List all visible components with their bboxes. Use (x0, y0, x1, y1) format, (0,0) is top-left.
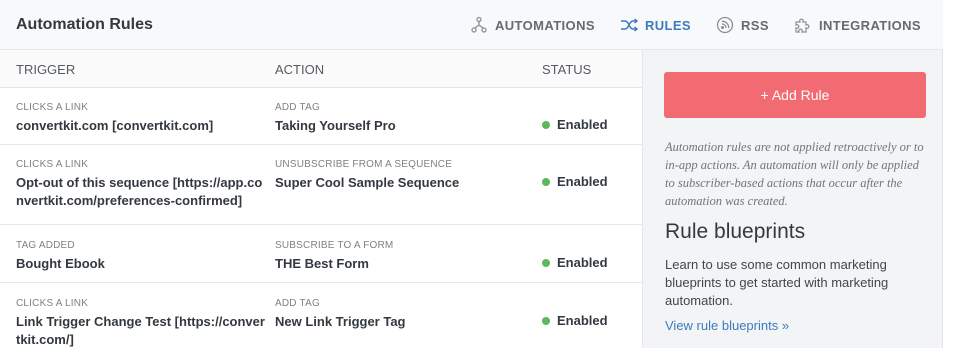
top-bar: Automation Rules AUTOMATIONS RULES RSS I… (0, 0, 943, 50)
table-row[interactable]: CLICKS A LINK Opt-out of this sequence [… (0, 145, 642, 225)
status-dot-icon (542, 258, 550, 267)
column-header-status: STATUS (542, 62, 592, 77)
action-value: THE Best Form (275, 256, 369, 271)
action-cell: SUBSCRIBE TO A FORM THE Best Form (275, 240, 533, 273)
app-frame: Automation Rules AUTOMATIONS RULES RSS I… (0, 0, 943, 348)
nav-label: INTEGRATIONS (818, 17, 921, 33)
status-label: Enabled (557, 174, 608, 189)
rules-sidebar: + Add Rule Automation rules are not appl… (642, 50, 942, 348)
table-row[interactable]: CLICKS A LINK convertkit.com [convertkit… (0, 88, 642, 145)
trigger-cell: CLICKS A LINK Link Trigger Change Test [… (16, 298, 268, 348)
status-label: Enabled (557, 117, 608, 132)
trigger-type: CLICKS A LINK (16, 102, 89, 113)
action-type: ADD TAG (275, 298, 320, 309)
trigger-cell: TAG ADDED Bought Ebook (16, 240, 268, 273)
nav-automations[interactable]: AUTOMATIONS (469, 15, 595, 35)
status-badge: Enabled (542, 313, 608, 328)
column-header-action: ACTION (275, 62, 325, 77)
trigger-type: CLICKS A LINK (16, 298, 89, 309)
page-title: Automation Rules (16, 16, 153, 33)
rules-table: TRIGGER ACTION STATUS CLICKS A LINK conv… (0, 50, 642, 348)
trigger-value: Opt-out of this sequence [https://app.co… (16, 175, 263, 208)
section-nav: AUTOMATIONS RULES RSS INTEGRATIONS (445, 15, 921, 35)
status-dot-icon (542, 177, 550, 186)
nav-integrations[interactable]: INTEGRATIONS (793, 15, 921, 35)
status-dot-icon (542, 120, 550, 129)
action-type: SUBSCRIBE TO A FORM (275, 240, 394, 251)
blueprints-description: Learn to use some common marketing bluep… (665, 257, 889, 308)
table-row[interactable]: TAG ADDED Bought Ebook SUBSCRIBE TO A FO… (0, 225, 642, 283)
action-cell: ADD TAG New Link Trigger Tag (275, 298, 533, 331)
rss-icon (715, 15, 735, 35)
status-badge: Enabled (542, 117, 608, 132)
status-badge: Enabled (542, 255, 608, 270)
automations-icon (469, 15, 489, 35)
action-value: New Link Trigger Tag (275, 314, 406, 329)
action-value: Super Cool Sample Sequence (275, 175, 460, 190)
nav-label: RSS (741, 17, 769, 33)
table-row[interactable]: CLICKS A LINK Link Trigger Change Test [… (0, 283, 642, 348)
action-cell: ADD TAG Taking Yourself Pro (275, 102, 533, 135)
status-label: Enabled (557, 255, 608, 270)
view-blueprints-link[interactable]: View rule blueprints » (665, 318, 789, 333)
add-rule-button[interactable]: + Add Rule (664, 72, 926, 118)
action-value: Taking Yourself Pro (275, 118, 396, 133)
trigger-cell: CLICKS A LINK Opt-out of this sequence [… (16, 159, 268, 210)
trigger-value: convertkit.com [convertkit.com] (16, 118, 214, 133)
trigger-type: CLICKS A LINK (16, 159, 89, 170)
blueprints-heading: Rule blueprints (665, 220, 806, 243)
action-type: ADD TAG (275, 102, 320, 113)
retroactive-note: Automation rules are not applied retroac… (665, 140, 924, 208)
nav-label: AUTOMATIONS (494, 17, 595, 33)
action-type: UNSUBSCRIBE FROM A SEQUENCE (275, 159, 453, 170)
shuffle-icon (619, 15, 639, 35)
status-label: Enabled (557, 313, 608, 328)
table-header: TRIGGER ACTION STATUS (0, 50, 642, 88)
action-cell: UNSUBSCRIBE FROM A SEQUENCE Super Cool S… (275, 159, 533, 192)
puzzle-icon (793, 15, 813, 35)
trigger-value: Bought Ebook (16, 256, 105, 271)
status-dot-icon (542, 316, 550, 325)
trigger-value: Link Trigger Change Test [https://conver… (16, 314, 265, 347)
nav-rss[interactable]: RSS (715, 15, 769, 35)
status-badge: Enabled (542, 174, 608, 189)
trigger-type: TAG ADDED (16, 240, 75, 251)
nav-label: RULES (644, 17, 691, 33)
nav-rules[interactable]: RULES (619, 15, 691, 35)
trigger-cell: CLICKS A LINK convertkit.com [convertkit… (16, 102, 268, 135)
column-header-trigger: TRIGGER (16, 62, 76, 77)
